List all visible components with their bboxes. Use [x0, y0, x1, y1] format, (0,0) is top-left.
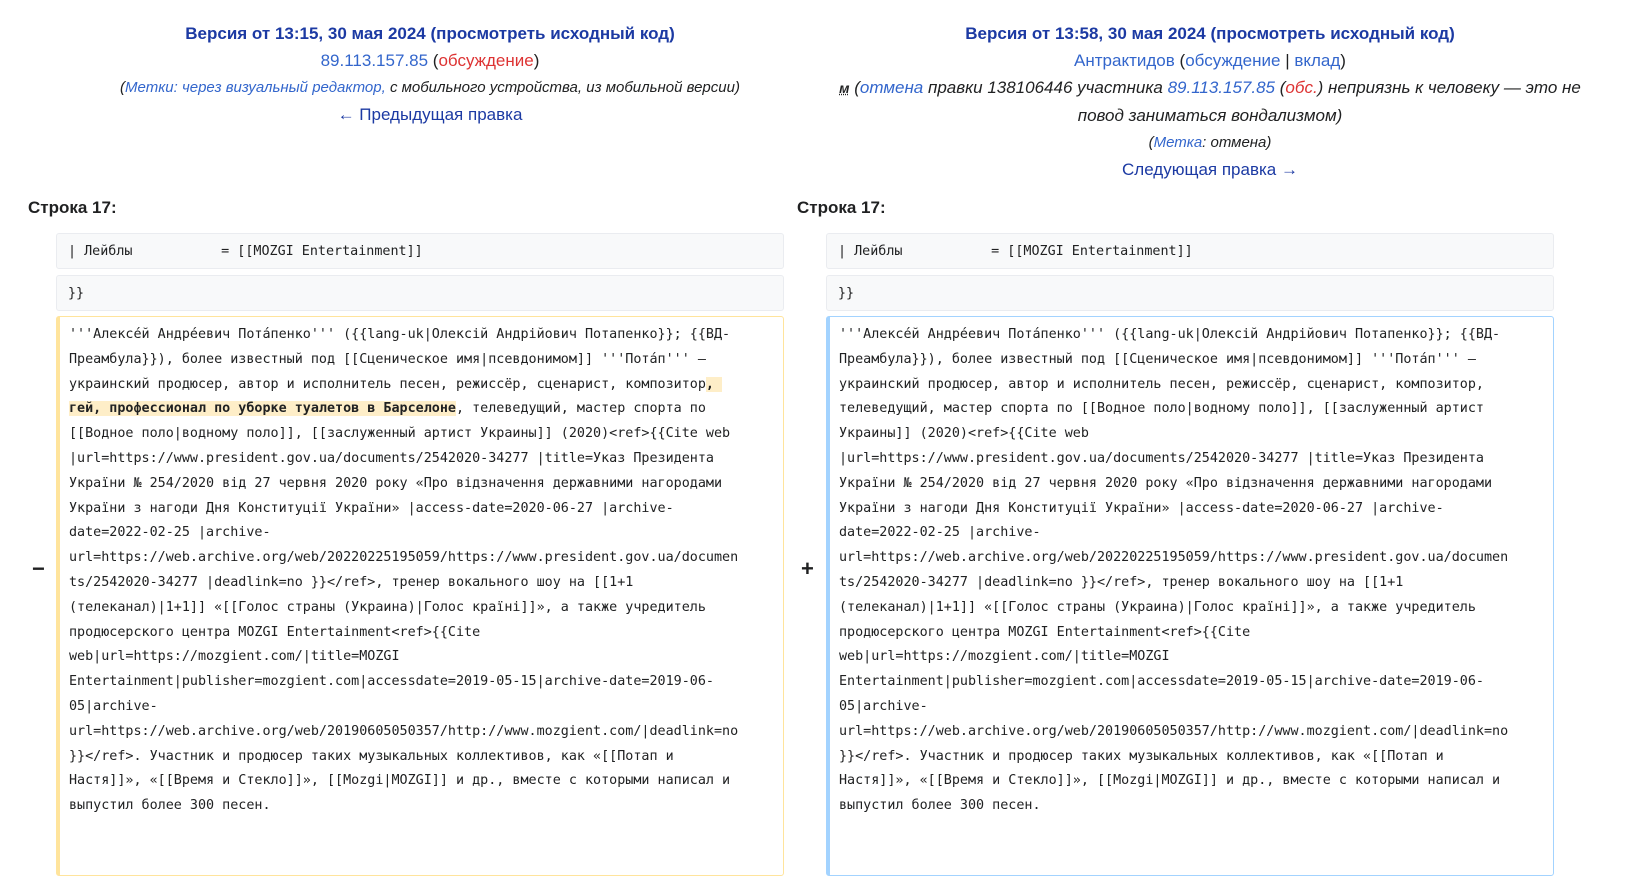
new-context-line: }}	[826, 275, 1554, 311]
old-line-label: Строка 17:	[28, 198, 117, 217]
diff-header: Версия от 13:15, 30 мая 2024 (просмотрет…	[0, 0, 1644, 190]
undo-link[interactable]: отмена	[860, 78, 923, 97]
old-revision-title: Версия от 13:15, 30 мая 2024 (просмотрет…	[185, 24, 675, 43]
summary-user-link[interactable]: 89.113.157.85	[1168, 78, 1275, 97]
old-context-line: | Лейблы = [[MOZGI Entertainment]]	[56, 233, 784, 269]
old-revision-user: 89.113.157.85 (обсуждение)	[320, 51, 540, 70]
new-version-link[interactable]: Версия от 13:58, 30 мая 2024	[965, 24, 1206, 43]
new-revision-header: Версия от 13:58, 30 мая 2024 (просмотрет…	[800, 20, 1620, 183]
new-context-line: | Лейблы = [[MOZGI Entertainment]]	[826, 233, 1554, 269]
next-edit-link[interactable]: Следующая правка →	[1122, 160, 1298, 179]
new-revision-user: Антрактидов (обсуждение | вклад)	[1074, 51, 1346, 70]
new-view-source-link[interactable]: просмотреть исходный код	[1216, 24, 1449, 43]
minor-edit-flag: м	[839, 80, 850, 96]
new-edit-summary: м (отмена правки 138106446 участника 89.…	[839, 78, 1581, 97]
deleted-line-block: '''Алексе́й Андре́евич Пота́пенко''' ({{…	[56, 316, 784, 876]
added-marker: +	[801, 556, 814, 581]
old-revision-header: Версия от 13:15, 30 мая 2024 (просмотрет…	[40, 20, 820, 128]
deleted-marker: −	[32, 556, 45, 581]
old-version-link[interactable]: Версия от 13:15, 30 мая 2024	[185, 24, 426, 43]
new-tags: (Метка: отмена)	[1148, 134, 1272, 151]
previous-edit-link[interactable]: ← Предыдущая правка	[338, 105, 523, 124]
old-talk-link[interactable]: обсуждение	[438, 51, 533, 70]
new-line-label: Строка 17:	[797, 198, 886, 217]
old-context-line: }}	[56, 275, 784, 311]
old-tags-text[interactable]: : через визуальный редактор,	[174, 79, 386, 96]
new-contrib-link[interactable]: вклад	[1294, 51, 1340, 70]
old-view-source-link[interactable]: просмотреть исходный код	[436, 24, 669, 43]
added-line-block: '''Алексе́й Андре́евич Пота́пенко''' ({{…	[826, 316, 1554, 876]
old-tags-rest: с мобильного устройства, из мобильной ве…	[385, 79, 735, 96]
summary-talk-link[interactable]: обс.	[1285, 78, 1317, 97]
old-tags: (Метки: через визуальный редактор, с моб…	[120, 79, 740, 96]
new-revision-title: Версия от 13:58, 30 мая 2024 (просмотрет…	[965, 24, 1455, 43]
new-tag-link[interactable]: Метка	[1154, 134, 1203, 151]
old-user-link[interactable]: 89.113.157.85	[321, 51, 428, 70]
new-user-link[interactable]: Антрактидов	[1074, 51, 1175, 70]
deleted-highlight: гей, профессионал по уборке туалетов в Б…	[69, 401, 456, 417]
old-tags-link[interactable]: Метки	[125, 79, 174, 96]
new-talk-link[interactable]: обсуждение	[1185, 51, 1280, 70]
